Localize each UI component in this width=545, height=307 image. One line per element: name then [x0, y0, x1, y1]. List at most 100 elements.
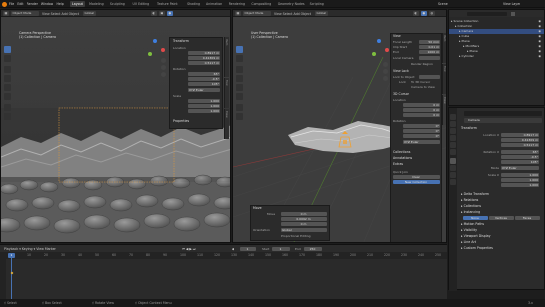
gizmo-x-icon[interactable]	[161, 48, 165, 52]
viewport-camera[interactable]: ▦ Object Mode View Select Add Object Glo…	[0, 9, 231, 243]
to-3d-cursor-checkbox[interactable]: To 3D Cursor	[411, 80, 430, 84]
rotation-y-field[interactable]: -0.5°	[188, 77, 220, 81]
location-z-field[interactable]: 0.5117 m	[188, 61, 220, 65]
solid-shading-button[interactable]: ●	[421, 11, 427, 16]
pan-view-icon[interactable]	[383, 69, 388, 74]
cursor-z-field[interactable]: 0 m	[403, 113, 440, 117]
tab-shading[interactable]: Shading	[185, 1, 202, 7]
physics-tab-icon[interactable]	[450, 165, 456, 171]
tool-tab-icon[interactable]	[450, 114, 456, 120]
clip-end-field[interactable]: 1000 m	[419, 50, 440, 54]
prop-location-x-field[interactable]: 0.8917 m	[501, 133, 539, 137]
overlays-button[interactable]: ◐	[413, 11, 419, 16]
orientation-dropdown[interactable]: Global	[315, 11, 328, 16]
tab-layout[interactable]: Layout	[70, 1, 85, 7]
menu-edit[interactable]: Edit	[17, 0, 23, 8]
annotate-tool-icon[interactable]	[4, 104, 11, 111]
pan-view-icon[interactable]	[161, 65, 166, 70]
scale-tool-icon[interactable]	[236, 84, 243, 91]
transform-tool-icon[interactable]	[4, 93, 11, 100]
orientation-dropdown[interactable]: Global	[83, 11, 96, 16]
transform-header[interactable]: Transform	[173, 39, 189, 44]
tab-uv-editing[interactable]: UV Editing	[131, 1, 152, 7]
prop-rotation-z-field[interactable]: 105°	[501, 160, 539, 164]
outliner-item[interactable]: ▸ Cylinder ◉	[449, 54, 544, 59]
cursor-x-field[interactable]: 0 m	[403, 103, 440, 107]
move-x-field[interactable]: 0 m	[281, 212, 327, 216]
playback-controls[interactable]: ⏮ ◀ ▶ ⏭	[182, 247, 196, 251]
mode-dropdown[interactable]: Object Mode	[11, 11, 39, 16]
sidebar-tab-view[interactable]: View	[224, 109, 229, 139]
timeline-track[interactable]	[6, 259, 447, 299]
select-tool-icon[interactable]	[236, 46, 243, 53]
menu-window[interactable]: Window	[41, 0, 54, 8]
visibility-eye-icon[interactable]: ◉	[538, 39, 541, 44]
outliner-item[interactable]: ▸ Plane ◉	[449, 39, 544, 44]
select-tool-icon[interactable]	[4, 46, 11, 53]
viewport-menu[interactable]: View Select Add Object	[274, 12, 311, 16]
new-collection-button[interactable]: New Collection	[393, 180, 440, 184]
outliner-item[interactable]: ▸ Cube ◉	[449, 34, 544, 39]
viewport-menu[interactable]: View Select Add Object	[42, 12, 79, 16]
gizmo-y-icon[interactable]	[148, 52, 152, 56]
orientation-dropdown[interactable]: Global	[281, 228, 327, 232]
blender-logo-icon[interactable]	[2, 1, 7, 7]
extras-header[interactable]: Extras	[393, 162, 403, 167]
section-relations[interactable]: ▸ Relations	[461, 198, 478, 203]
scale-z-field[interactable]: 1.000	[188, 109, 220, 113]
tab-sculpting[interactable]: Sculpting	[108, 1, 127, 7]
sidebar-tab-view[interactable]: View	[442, 95, 446, 125]
prop-scale-y-field[interactable]: 1.000	[501, 178, 539, 182]
instancing-vertices-button[interactable]: Vertices	[489, 216, 514, 220]
measure-tool-icon[interactable]	[4, 113, 11, 120]
clear-button[interactable]: Clear	[393, 175, 440, 179]
section-visibility[interactable]: ▸ Visibility	[461, 228, 477, 233]
scene-selector[interactable]: Scene	[438, 2, 448, 6]
menu-render[interactable]: Render	[27, 0, 38, 8]
visibility-eye-icon[interactable]: ◉	[538, 19, 541, 24]
camera-view-icon[interactable]	[161, 72, 166, 77]
instancing-none-button[interactable]: None	[463, 216, 488, 220]
rotation-mode-dropdown[interactable]: XYZ Euler	[188, 88, 220, 92]
tab-texture-paint[interactable]: Texture Paint	[155, 1, 180, 7]
timeline-menus[interactable]: Playback ▾ Keying ▾ View Marker	[4, 247, 56, 251]
section-line-art[interactable]: ▸ Line Art	[461, 240, 476, 245]
outliner-item[interactable]: ▸ Camera ◉	[449, 29, 544, 34]
properties-header[interactable]: Properties	[173, 119, 189, 124]
scale-tool-icon[interactable]	[4, 84, 11, 91]
prop-location-z-field[interactable]: 0.5117 m	[501, 143, 539, 147]
transform-panel-header[interactable]: Transform	[461, 126, 477, 131]
view-layer-tab-icon[interactable]	[450, 135, 456, 141]
zoom-view-icon[interactable]	[161, 58, 166, 63]
location-x-field[interactable]: 0.8917 m	[188, 51, 220, 55]
outliner-item[interactable]: ▸ Collection ◉	[449, 24, 544, 29]
measure-tool-icon[interactable]	[236, 113, 243, 120]
properties-search-input[interactable]	[464, 111, 542, 116]
render-tab-icon[interactable]	[450, 121, 456, 127]
annotations-header[interactable]: Annotations	[393, 156, 412, 161]
prop-scale-x-field[interactable]: 1.000	[501, 173, 539, 177]
object-name-field[interactable]: Camera	[464, 118, 542, 123]
cursor-rot-x-field[interactable]: 0°	[403, 124, 440, 128]
clip-start-field[interactable]: 0.01 m	[419, 45, 440, 49]
menu-file[interactable]: File	[9, 0, 14, 8]
scale-y-field[interactable]: 1.000	[188, 104, 220, 108]
tab-geometry-nodes[interactable]: Geometry Nodes	[276, 1, 307, 7]
camera-to-view-checkbox[interactable]: Camera to View	[411, 85, 435, 89]
start-frame-field[interactable]: 1	[272, 246, 290, 251]
tab-rendering[interactable]: Rendering	[227, 1, 247, 7]
prop-location-y-field[interactable]: 0.41309 m	[501, 138, 539, 142]
xray-button[interactable]: ▣	[159, 11, 165, 16]
view-lock-header[interactable]: View Lock	[393, 69, 409, 74]
zoom-view-icon[interactable]	[383, 62, 388, 67]
gizmo-y-icon[interactable]	[372, 52, 376, 56]
editor-type-button[interactable]: ▦	[235, 11, 241, 16]
render-region-checkbox[interactable]: Render Region	[411, 62, 433, 66]
cursor-tool-icon[interactable]	[236, 55, 243, 62]
tab-compositing[interactable]: Compositing	[249, 1, 273, 7]
scene-tab-icon[interactable]	[450, 142, 456, 148]
object-tab-icon[interactable]	[450, 158, 456, 164]
local-camera-field[interactable]	[419, 56, 440, 60]
rotate-tool-icon[interactable]	[236, 75, 243, 82]
scale-x-field[interactable]: 1.000	[188, 99, 220, 103]
